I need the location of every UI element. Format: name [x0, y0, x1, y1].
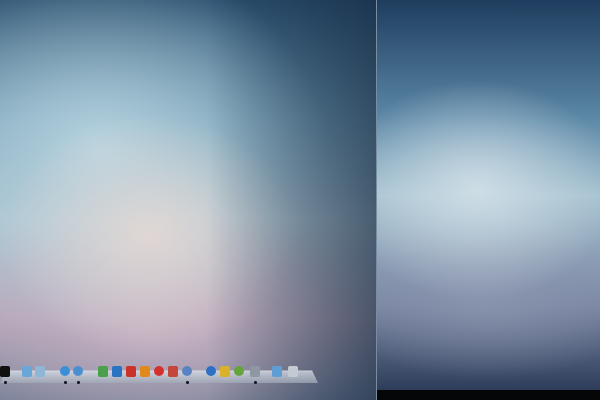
desktop-screen [0, 0, 600, 400]
running-indicator-dot [254, 381, 257, 384]
trash-icon[interactable] [288, 366, 298, 377]
secondary-display-bottom-edge [377, 390, 600, 400]
app-green-icon[interactable] [98, 366, 108, 377]
app-blue-round-icon[interactable] [206, 366, 216, 376]
mail-icon[interactable] [35, 366, 45, 377]
running-indicator-dot [64, 381, 67, 384]
app-red-white-icon[interactable] [168, 366, 178, 377]
running-indicator-dot [4, 381, 7, 384]
app-orange-icon[interactable] [140, 366, 150, 377]
running-indicator-dot [77, 381, 80, 384]
safari-icon[interactable] [60, 366, 70, 376]
app-red-icon[interactable] [126, 366, 136, 377]
app-red-round-icon[interactable] [154, 366, 164, 376]
folder-icon[interactable] [272, 366, 282, 377]
dock [0, 366, 320, 380]
app-green-round-icon[interactable] [234, 366, 244, 376]
app-grey-icon[interactable] [250, 366, 260, 377]
secondary-display-wallpaper [377, 0, 600, 390]
app-globe-icon[interactable] [182, 366, 192, 376]
primary-display-wallpaper [0, 0, 376, 400]
itunes-icon[interactable] [73, 366, 83, 376]
app-yellow-icon[interactable] [220, 366, 230, 377]
finder-icon[interactable] [22, 366, 32, 377]
terminal-icon[interactable] [0, 366, 10, 377]
app-blue-icon[interactable] [112, 366, 122, 377]
running-indicator-dot [186, 381, 189, 384]
